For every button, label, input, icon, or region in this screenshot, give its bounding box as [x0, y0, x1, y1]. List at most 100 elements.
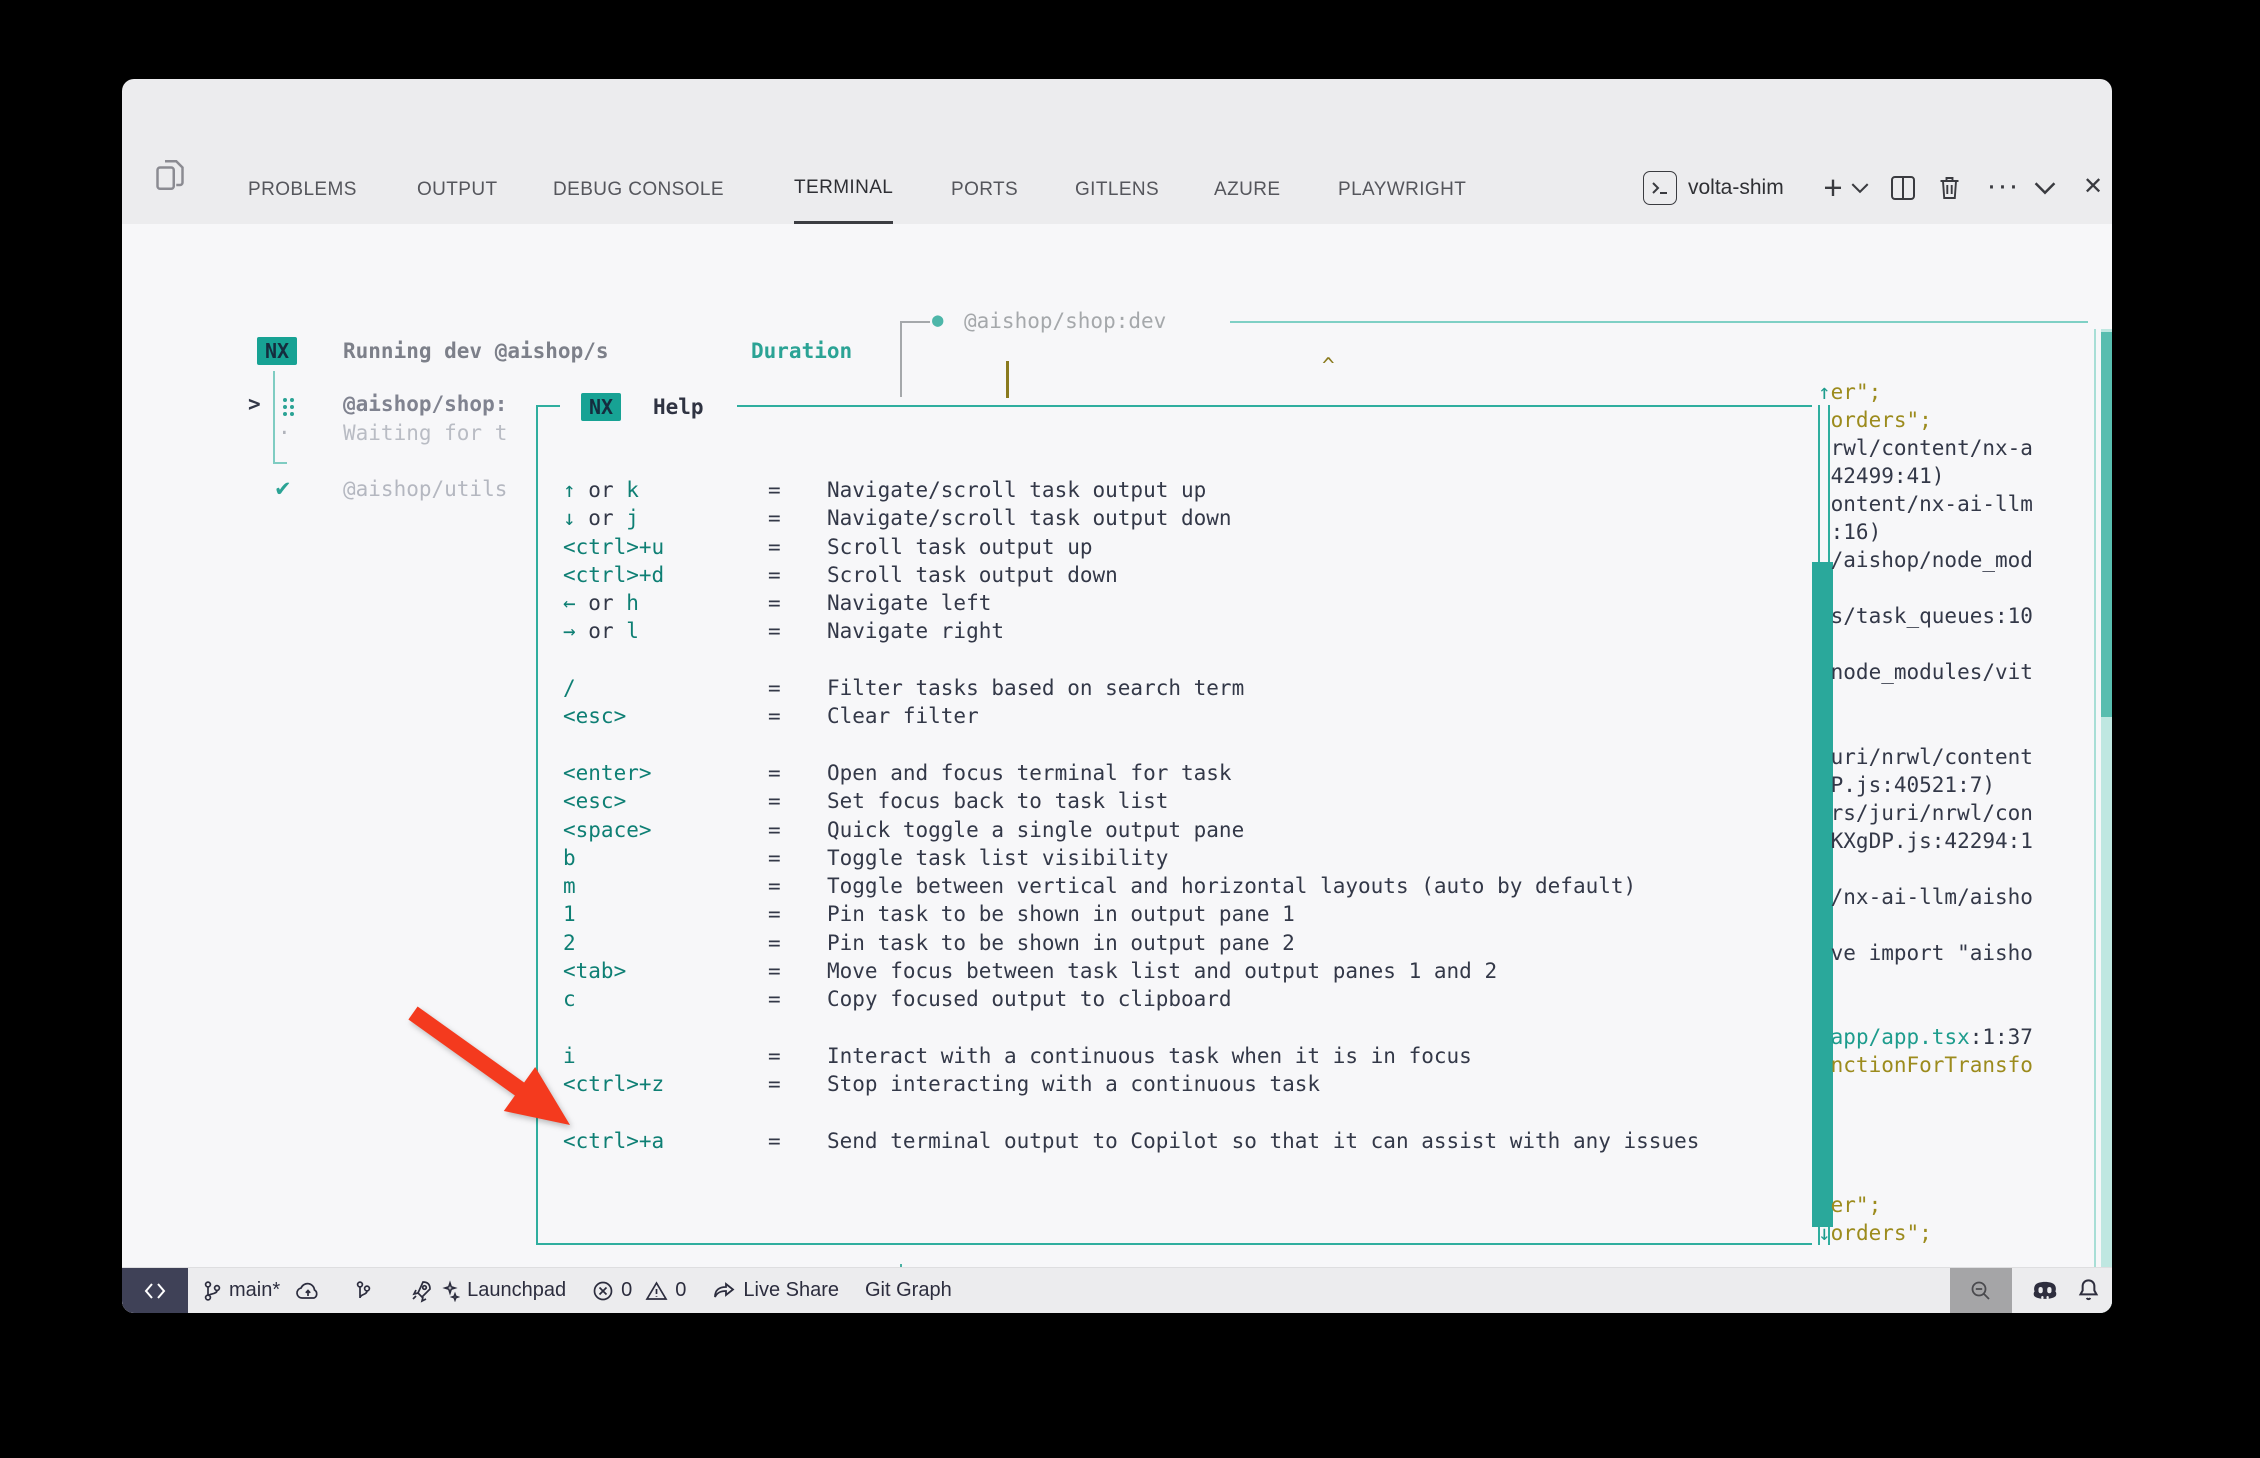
output-line: app/app.tsx:1:37 — [1818, 1023, 2104, 1051]
help-row: → or l=Navigate right — [563, 617, 1853, 645]
notifications-bell-icon[interactable] — [2075, 1277, 2102, 1304]
output-pane-title: @aishop/shop:dev — [964, 309, 1166, 333]
copilot-status-icon[interactable] — [2030, 1276, 2060, 1306]
warning-count: 0 — [675, 1279, 686, 1302]
output-pane-bullet: ● — [932, 309, 943, 331]
tab-ports[interactable]: PORTS — [951, 155, 1018, 224]
output-line: orders"; — [1818, 406, 2104, 434]
terminal-launch-chevron-icon[interactable] — [1851, 177, 1869, 199]
sync-cloud-icon[interactable] — [295, 1280, 321, 1302]
tab-debug-console[interactable]: DEBUG CONSOLE — [553, 155, 724, 224]
help-row: <ctrl>+z=Stop interacting with a continu… — [563, 1070, 1853, 1098]
terminal-profile-icon — [1643, 171, 1677, 205]
branch-status-item[interactable]: main* — [202, 1279, 321, 1302]
panel-more-actions-icon[interactable]: ··· — [1983, 163, 2023, 209]
launchpad-status-item[interactable]: Launchpad — [409, 1279, 566, 1303]
commit-graph-icon — [353, 1280, 373, 1302]
output-line: 42499:41) — [1818, 462, 2104, 490]
output-line: ontent/nx-ai-llm — [1818, 490, 2104, 518]
rocket-icon — [409, 1279, 433, 1303]
terminal-text-cursor — [1006, 361, 1009, 398]
output-line — [1818, 967, 2104, 995]
task-label[interactable]: @aishop/shop: — [343, 392, 507, 416]
error-circle-icon — [592, 1280, 614, 1302]
terminal-instance-label[interactable]: volta-shim — [1688, 171, 1784, 205]
help-row: <ctrl>+d=Scroll task output down — [563, 561, 1853, 589]
output-line — [1818, 1107, 2104, 1135]
output-line — [1818, 630, 2104, 658]
output-line — [1818, 715, 2104, 743]
remote-icon — [144, 1282, 166, 1300]
output-line: rwl/content/nx-a — [1818, 434, 2104, 462]
tab-problems[interactable]: PROBLEMS — [248, 155, 357, 224]
close-panel-icon[interactable]: ✕ — [2075, 163, 2111, 209]
status-bar: main* Launchpad 0 0 Live Share Git Graph — [122, 1267, 2112, 1313]
runner-duration-label: Duration — [751, 339, 852, 363]
branch-name: main* — [229, 1279, 280, 1302]
output-scrollbar-thumb[interactable] — [2101, 332, 2112, 717]
git-graph-status-item[interactable]: Git Graph — [865, 1279, 952, 1302]
output-line — [1818, 911, 2104, 939]
tab-playwright[interactable]: PLAYWRIGHT — [1338, 155, 1466, 224]
tab-azure[interactable]: AZURE — [1214, 155, 1280, 224]
help-title: Help — [653, 395, 704, 419]
nx-help-badge: NX — [581, 393, 621, 421]
remote-indicator-button[interactable] — [122, 1268, 188, 1314]
live-share-status-item[interactable]: Live Share — [712, 1279, 839, 1302]
output-line — [1818, 855, 2104, 883]
output-line — [1818, 1163, 2104, 1191]
problems-status-item[interactable]: 0 0 — [592, 1279, 686, 1302]
help-box-bottom-border — [536, 1243, 1812, 1245]
output-line — [1818, 995, 2104, 1023]
task-check-icon: ✔ — [274, 477, 292, 501]
task-tree-line — [273, 371, 275, 464]
files-icon — [150, 155, 190, 195]
help-row: <ctrl>+a=Send terminal output to Copilot… — [563, 1127, 1853, 1155]
tab-gitlens[interactable]: GITLENS — [1075, 155, 1159, 224]
task-caret: > — [248, 392, 261, 416]
output-box-corner-top — [900, 321, 930, 323]
output-line: uri/nrwl/content — [1818, 743, 2104, 771]
output-line: /aishop/node_mod — [1818, 546, 2104, 574]
task-tree-elbow — [273, 462, 287, 464]
output-caret-char: ^ — [1322, 354, 1335, 378]
sidebar-item-explorer[interactable] — [140, 145, 200, 205]
tab-output[interactable]: OUTPUT — [417, 155, 498, 224]
output-line — [1818, 574, 2104, 602]
help-shortcut-list: ↑ or k=Navigate/scroll task output up↓ o… — [563, 476, 1853, 1155]
output-line: :16) — [1818, 518, 2104, 546]
help-box-left-border — [536, 405, 538, 1245]
new-terminal-button[interactable]: + — [1815, 165, 1851, 211]
zoom-out-status-button[interactable] — [1950, 1268, 2012, 1313]
hide-panel-chevron-icon[interactable] — [2034, 177, 2056, 199]
help-row: c=Copy focused output to clipboard — [563, 985, 1853, 1013]
help-row: <tab>=Move focus between task list and o… — [563, 957, 1853, 985]
help-row — [563, 646, 1853, 674]
output-line: ↓orders"; — [1818, 1219, 2104, 1247]
help-row: <esc>=Clear filter — [563, 702, 1853, 730]
output-line — [1818, 1079, 2104, 1107]
help-row: ← or h=Navigate left — [563, 589, 1853, 617]
panel-tab-strip: PROBLEMS OUTPUT DEBUG CONSOLE TERMINAL P… — [122, 155, 2112, 224]
vscode-window: ← → aishop PROBLEMS OUTPUT DEBUG — [122, 79, 2112, 1313]
pipeline-status-item[interactable] — [353, 1280, 373, 1302]
kill-terminal-trash-icon[interactable] — [1937, 175, 1962, 201]
zoom-out-magnifier-icon — [1969, 1279, 1993, 1303]
output-line: er"; — [1818, 1191, 2104, 1219]
help-row: <space>=Quick toggle a single output pan… — [563, 816, 1853, 844]
output-line: nctionForTransfo — [1818, 1051, 2104, 1079]
git-graph-label: Git Graph — [865, 1279, 952, 1302]
output-line: /nx-ai-llm/aisho — [1818, 883, 2104, 911]
output-box-right-border — [2094, 329, 2096, 1313]
runner-title: Running dev @aishop/s — [343, 339, 609, 363]
split-terminal-icon[interactable] — [1890, 175, 1916, 201]
share-arrow-icon — [712, 1280, 736, 1302]
warning-triangle-icon — [645, 1280, 668, 1302]
output-line — [1818, 687, 2104, 715]
output-line: P.js:40521:7) — [1818, 771, 2104, 799]
task-label-2[interactable]: @aishop/utils — [343, 477, 507, 501]
tab-terminal[interactable]: TERMINAL — [794, 155, 893, 224]
help-row: <ctrl>+u=Scroll task output up — [563, 533, 1853, 561]
help-row: 2=Pin task to be shown in output pane 2 — [563, 929, 1853, 957]
task-sub-bullet: · — [278, 421, 291, 445]
